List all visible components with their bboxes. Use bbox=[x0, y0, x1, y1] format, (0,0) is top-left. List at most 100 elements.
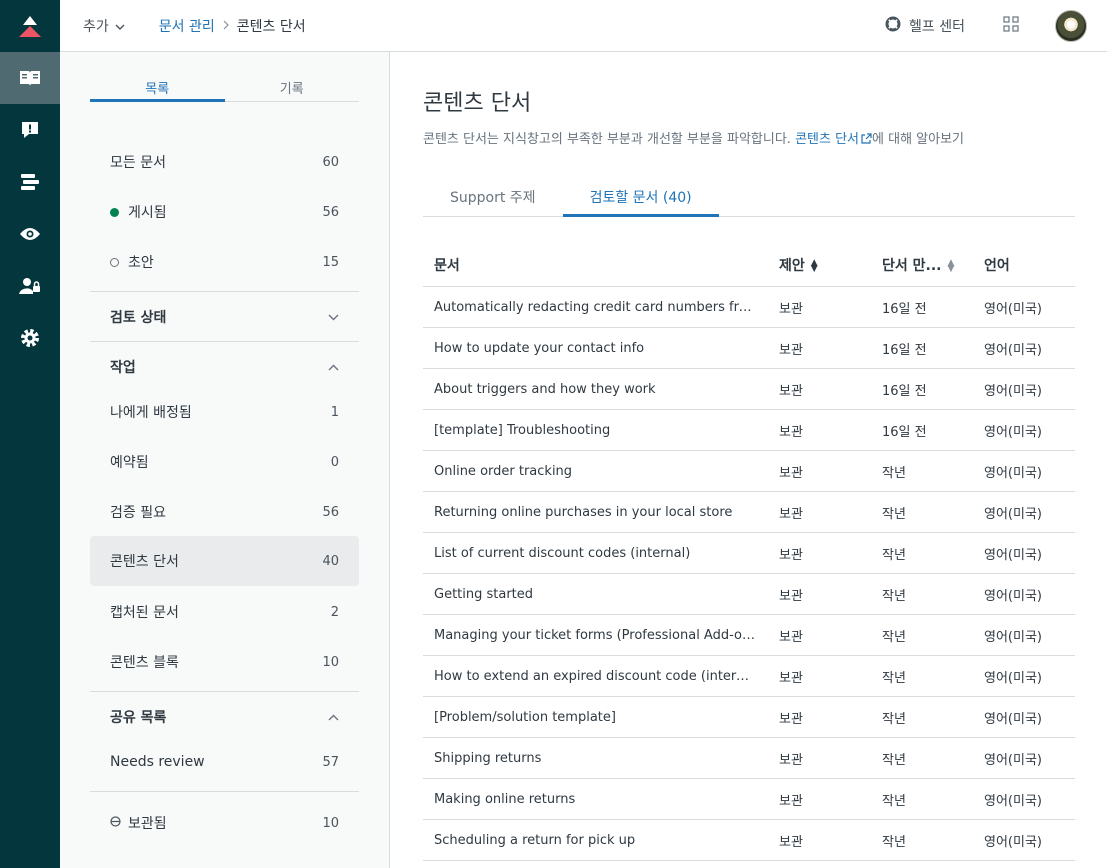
archive-icon bbox=[110, 816, 121, 830]
sidebar-item-count: 15 bbox=[322, 254, 339, 270]
gear-icon[interactable] bbox=[0, 312, 60, 364]
tab-list[interactable]: 목록 bbox=[90, 78, 225, 102]
chevron-down-icon bbox=[115, 18, 125, 34]
sidebar-item-published[interactable]: 게시됨 56 bbox=[90, 192, 359, 232]
main-content: 콘텐츠 단서 콘텐츠 단서는 지식창고의 부족한 부분과 개선할 부분을 파악합… bbox=[390, 52, 1107, 868]
article-title-link[interactable]: Making online returns bbox=[423, 792, 767, 807]
sidebar-item-count: 10 bbox=[322, 654, 339, 670]
cue-date-cell: 작년 bbox=[882, 752, 906, 768]
user-lock-icon[interactable] bbox=[0, 260, 60, 312]
breadcrumb-manage-link[interactable]: 문서 관리 bbox=[159, 16, 215, 36]
column-header-suggestion[interactable]: 제안 ▲ ▼ bbox=[767, 255, 870, 275]
language-cell: 영어(미국) bbox=[984, 670, 1042, 686]
article-title-link[interactable]: Managing your ticket forms (Professional… bbox=[423, 628, 767, 643]
list-icon[interactable] bbox=[0, 156, 60, 208]
table-row[interactable]: How to extend an expired discount code (… bbox=[423, 656, 1075, 697]
sidebar-item-count: 2 bbox=[330, 604, 339, 620]
sidebar-item-label: 나에게 배정됨 bbox=[110, 405, 192, 421]
add-menu-button[interactable]: 추가 bbox=[83, 16, 125, 36]
article-title-link[interactable]: How to extend an expired discount code (… bbox=[423, 669, 767, 684]
language-cell: 영어(미국) bbox=[984, 752, 1042, 768]
sidebar-item-draft[interactable]: 초안 15 bbox=[90, 242, 359, 282]
table-row[interactable]: How to update your contact info 보관 16일 전 영어… bbox=[423, 328, 1075, 369]
section-heading: 공유 목록 bbox=[110, 709, 167, 726]
content-tabs: Support 주제 검토할 문서 (40) bbox=[423, 186, 1075, 217]
cue-date-cell: 작년 bbox=[882, 547, 906, 563]
sidebar-item-all-articles[interactable]: 모든 문서 60 bbox=[90, 142, 359, 182]
suggestion-cell: 보관 bbox=[779, 793, 803, 809]
article-title-link[interactable]: Getting started bbox=[423, 587, 767, 602]
tab-support-topics[interactable]: Support 주제 bbox=[423, 186, 563, 217]
table-row[interactable]: Managing your ticket forms (Professional… bbox=[423, 615, 1075, 656]
tab-history[interactable]: 기록 bbox=[225, 78, 360, 101]
table-row[interactable]: Getting started 보관 작년 영어(미국) bbox=[423, 574, 1075, 615]
sidebar-item-assigned-to-me[interactable]: 나에게 배정됨 1 bbox=[90, 392, 359, 432]
sidebar-item-needs-verification[interactable]: 검증 필요 56 bbox=[90, 492, 359, 532]
sidebar-item-content-blocks[interactable]: 콘텐츠 블록 10 bbox=[90, 642, 359, 682]
tab-articles-to-review[interactable]: 검토할 문서 (40) bbox=[562, 186, 719, 217]
sidebar-item-count: 1 bbox=[330, 404, 339, 420]
draft-circle-icon bbox=[110, 257, 119, 267]
article-title-link[interactable]: Scheduling a return for pick up bbox=[423, 833, 767, 848]
suggestion-cell: 보관 bbox=[779, 301, 803, 317]
apps-grid-icon[interactable] bbox=[1003, 15, 1019, 36]
article-title-link[interactable]: List of current discount codes (internal… bbox=[423, 546, 767, 561]
suggestion-cell: 보관 bbox=[779, 711, 803, 727]
suggestion-cell: 보관 bbox=[779, 506, 803, 522]
product-rail bbox=[0, 0, 60, 868]
knowledge-icon[interactable] bbox=[0, 52, 60, 104]
table-row[interactable]: Online order tracking 보관 작년 영어(미국) bbox=[423, 451, 1075, 492]
table-row[interactable]: List of current discount codes (internal… bbox=[423, 533, 1075, 574]
table-row[interactable]: Shipping returns 보관 작년 영어(미국) bbox=[423, 738, 1075, 779]
cue-date-cell: 작년 bbox=[882, 629, 906, 645]
cue-date-cell: 작년 bbox=[882, 711, 906, 727]
column-header-article: 문서 bbox=[434, 258, 460, 274]
learn-more-link[interactable]: 콘텐츠 단서 bbox=[795, 132, 872, 147]
table-row[interactable]: Scheduling a return for pick up 보관 작년 영어(미국… bbox=[423, 820, 1075, 861]
table-row[interactable]: [Problem/solution template] 보관 작년 영어(미국) bbox=[423, 697, 1075, 738]
lifebuoy-icon bbox=[885, 16, 901, 36]
sidebar-item-content-cues[interactable]: 콘텐츠 단서 40 bbox=[90, 536, 359, 586]
article-title-link[interactable]: Shipping returns bbox=[423, 751, 767, 766]
table-row[interactable]: About triggers and how they work 보관 16일 전 영… bbox=[423, 369, 1075, 410]
suggestion-cell: 보관 bbox=[779, 383, 803, 399]
shared-lists-section-toggle[interactable]: 공유 목록 bbox=[90, 691, 359, 741]
sidebar-item-count: 57 bbox=[322, 754, 339, 770]
article-title-link[interactable]: [template] Troubleshooting bbox=[423, 423, 767, 438]
article-title-link[interactable]: Returning online purchases in your local… bbox=[423, 505, 767, 520]
language-cell: 영어(미국) bbox=[984, 711, 1042, 727]
sidebar-item-captured-articles[interactable]: 캡처된 문서 2 bbox=[90, 592, 359, 632]
sidebar-item-label: 모든 문서 bbox=[110, 155, 166, 171]
learn-more-link-label: 콘텐츠 단서 bbox=[795, 132, 860, 147]
divider bbox=[90, 791, 359, 792]
review-status-section-toggle[interactable]: 검토 상태 bbox=[90, 291, 359, 341]
cue-date-cell: 작년 bbox=[882, 834, 906, 850]
article-title-link[interactable]: Automatically redacting credit card numb… bbox=[423, 300, 767, 315]
sidebar-item-label: 게시됨 bbox=[128, 205, 167, 221]
section-heading: 작업 bbox=[110, 359, 136, 376]
table-row[interactable]: Making online returns 보관 작년 영어(미국) bbox=[423, 779, 1075, 820]
work-section-toggle[interactable]: 작업 bbox=[90, 341, 359, 391]
table-row[interactable]: [template] Troubleshooting 보관 16일 전 영어(미국) bbox=[423, 410, 1075, 451]
sidebar-tabs: 목록 기록 bbox=[90, 78, 359, 102]
logo-icon[interactable] bbox=[0, 0, 60, 52]
language-cell: 영어(미국) bbox=[984, 629, 1042, 645]
article-title-link[interactable]: About triggers and how they work bbox=[423, 382, 767, 397]
table-row[interactable]: Returning online purchases in your local… bbox=[423, 492, 1075, 533]
help-center-button[interactable]: 헬프 센터 bbox=[885, 16, 965, 36]
description-suffix: 에 대해 알아보기 bbox=[872, 132, 965, 147]
sidebar-item-needs-review[interactable]: Needs review 57 bbox=[90, 742, 359, 782]
column-header-cue-date[interactable]: 단서 만... ▲ ▼ bbox=[870, 255, 973, 275]
article-title-link[interactable]: [Problem/solution template] bbox=[423, 710, 767, 725]
sidebar-item-scheduled[interactable]: 예약됨 0 bbox=[90, 442, 359, 482]
article-title-link[interactable]: Online order tracking bbox=[423, 464, 767, 479]
eye-icon[interactable] bbox=[0, 208, 60, 260]
table-body: Automatically redacting credit card numb… bbox=[423, 287, 1075, 861]
avatar[interactable] bbox=[1055, 9, 1087, 42]
suggestion-cell: 보관 bbox=[779, 342, 803, 358]
sidebar-item-archived[interactable]: 보관됨 10 bbox=[90, 803, 359, 843]
sidebar-item-label: 예약됨 bbox=[110, 455, 149, 471]
table-row[interactable]: Automatically redacting credit card numb… bbox=[423, 287, 1075, 328]
article-title-link[interactable]: How to update your contact info bbox=[423, 341, 767, 356]
feedback-icon[interactable] bbox=[0, 104, 60, 156]
